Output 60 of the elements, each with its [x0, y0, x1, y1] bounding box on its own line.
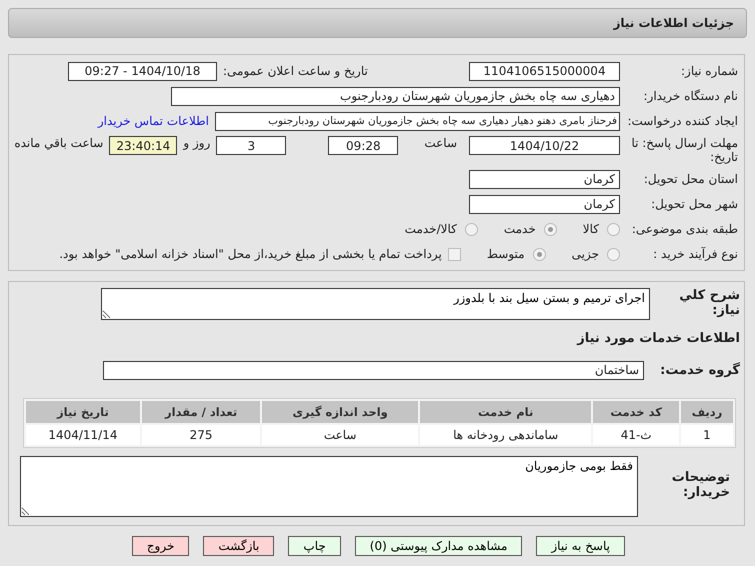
text-field[interactable]: 1104106515000004 [469, 62, 620, 80]
text-field[interactable]: 1404/10/22 [469, 136, 620, 155]
radio-button[interactable] [607, 222, 620, 236]
time-label: ساعت [424, 136, 457, 150]
section-title: اطلاعات خدمات مورد نیاز [576, 330, 740, 346]
table-cell: 1 [680, 425, 733, 445]
text-field[interactable]: ساختمان [103, 360, 644, 380]
action-button[interactable]: خروج [132, 536, 190, 556]
option-label: متوسط [486, 247, 525, 261]
field-label: شهر محل تحویل: [650, 197, 738, 211]
field-label: شماره نیاز: [680, 64, 738, 78]
column-header: نام خدمت [420, 401, 592, 423]
table-cell: ساماندهی رودخانه ها [420, 425, 592, 445]
page-title: جزئیات اطلاعات نیاز [613, 16, 734, 30]
remaining-label: ساعت باقي مانده [14, 136, 104, 150]
radio-button[interactable] [544, 222, 557, 236]
field-label: گروه خدمت: [659, 362, 740, 378]
field-label: طبقه بندی موضوعی: [630, 222, 738, 236]
table-cell: ث-41 [593, 425, 679, 445]
field-label: نام دستگاه خریدار: [642, 89, 738, 103]
column-header: تعداد / مقدار [142, 401, 260, 423]
text-field[interactable]: دهیاری سه چاه بخش جازموریان شهرستان رودبارجنوب [171, 86, 620, 106]
text-field[interactable]: کرمان [469, 170, 620, 188]
field-label: تاریخ و ساعت اعلان عمومی: [223, 64, 369, 78]
column-header: واحد اندازه گیری [262, 401, 418, 423]
field-label: شرح کلي نیاز: [678, 288, 740, 318]
text-field[interactable]: 09:28 [328, 136, 398, 155]
option-label: جزیی [572, 247, 599, 261]
text-field[interactable]: کرمان [469, 194, 620, 214]
radio-button[interactable] [607, 248, 620, 260]
field-label: استان محل تحویل: [642, 172, 738, 186]
option-label: کالا/خدمت [404, 222, 457, 236]
text-field[interactable]: 23:40:14 [109, 136, 178, 155]
action-button[interactable]: مشاهده مدارک پیوستی (0) [354, 536, 522, 556]
action-button[interactable]: پاسخ به نیاز [536, 536, 625, 556]
notes-textarea[interactable]: فقط بومی جازموریان [20, 456, 638, 517]
checkbox-label: پرداخت تمام یا بخشی از مبلغ خرید،از محل "اسناد خزانه اسلامی" خواهد بود. [59, 247, 442, 261]
column-header: تاریخ نیاز [26, 401, 140, 423]
text-field[interactable]: فرحناز بامری دهنو دهیار دهیاری سه چاه بخش جازموریان شهرستان رودبارجنوب [215, 112, 620, 130]
checkbox[interactable] [448, 248, 461, 260]
radio-button[interactable] [532, 248, 546, 260]
column-header: ردیف [680, 401, 733, 423]
field-label: توضیحات خریدار: [670, 469, 731, 500]
field-label: نوع فرآیند خرید : [652, 247, 738, 261]
days-label: روز و [183, 136, 210, 150]
option-label: خدمت [504, 222, 536, 236]
field-label: مهلت ارسال پاسخ: تا تاریخ: [630, 136, 738, 164]
table-cell: ساعت [262, 425, 418, 445]
option-label: کالا [582, 222, 599, 236]
radio-button[interactable] [464, 222, 478, 236]
action-button[interactable]: چاپ [288, 536, 341, 556]
summary-textarea[interactable]: اجرای ترمیم و بستن سیل بند با بلدوزر [101, 288, 650, 320]
text-field[interactable]: 1404/10/18 - 09:27 [68, 62, 217, 80]
action-button[interactable]: بازگشت [203, 536, 274, 556]
table-cell: 1404/11/14 [26, 425, 140, 445]
table-cell: 275 [142, 425, 260, 445]
field-label: ایجاد کننده درخواست: [626, 114, 738, 128]
contact-link[interactable]: اطلاعات تماس خریدار [98, 114, 209, 128]
text-field[interactable]: 3 [216, 136, 286, 155]
column-header: کد خدمت [593, 401, 679, 423]
